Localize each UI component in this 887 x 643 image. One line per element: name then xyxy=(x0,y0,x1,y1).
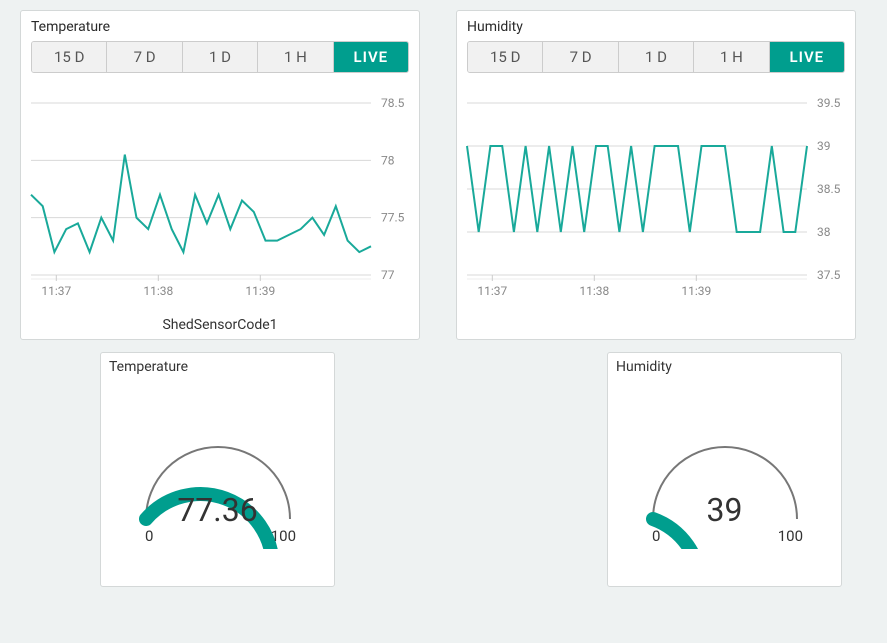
range-tabs-temperature: 15 D 7 D 1 D 1 H LIVE xyxy=(31,41,409,73)
svg-text:39.5: 39.5 xyxy=(817,96,841,110)
gauge-min: 0 xyxy=(652,527,660,545)
svg-text:78: 78 xyxy=(381,153,395,167)
gauge-title: Humidity xyxy=(616,359,833,379)
temperature-line-card: Temperature 15 D 7 D 1 D 1 H LIVE 77 77.5… xyxy=(20,10,420,340)
gauge-title: Temperature xyxy=(109,359,326,379)
range-tab-1h[interactable]: 1 H xyxy=(258,42,333,72)
svg-text:77: 77 xyxy=(381,268,395,282)
svg-text:11:37: 11:37 xyxy=(41,284,71,298)
svg-text:77.5: 77.5 xyxy=(381,211,405,225)
svg-text:37.5: 37.5 xyxy=(817,268,841,282)
svg-text:11:37: 11:37 xyxy=(477,284,507,298)
svg-text:38: 38 xyxy=(817,225,831,239)
range-tab-1d[interactable]: 1 D xyxy=(183,42,258,72)
humidity-line-card: Humidity 15 D 7 D 1 D 1 H LIVE 37.5 38 38.… xyxy=(456,10,856,340)
gauge-min: 0 xyxy=(145,527,153,545)
line-charts-row: Temperature 15 D 7 D 1 D 1 H LIVE 77 77.5… xyxy=(20,10,867,340)
panel-title: Temperature xyxy=(21,19,419,41)
range-tab-1h[interactable]: 1 H xyxy=(694,42,769,72)
gauge-max: 100 xyxy=(271,527,296,545)
temperature-gauge: 77.36 0 100 xyxy=(109,379,326,569)
svg-text:11:39: 11:39 xyxy=(681,284,711,298)
series-label: ShedSensorCode1 xyxy=(21,315,419,333)
svg-text:38.5: 38.5 xyxy=(817,182,841,196)
gauge-max: 100 xyxy=(778,527,803,545)
gauge-row: Temperature 77.36 0 100 Humidity 39 0 10… xyxy=(20,352,867,587)
range-tab-live[interactable]: LIVE xyxy=(770,42,844,72)
svg-text:11:38: 11:38 xyxy=(579,284,609,298)
gauge-value: 77.36 xyxy=(109,491,326,529)
svg-text:78.5: 78.5 xyxy=(381,96,405,110)
temperature-gauge-card: Temperature 77.36 0 100 xyxy=(100,352,335,587)
humidity-gauge-card: Humidity 39 0 100 xyxy=(607,352,842,587)
humidity-chart: 37.5 38 38.5 39 39.5 11:37 11:38 11:39 xyxy=(457,85,855,315)
gauge-value: 39 xyxy=(616,491,833,529)
svg-text:11:39: 11:39 xyxy=(245,284,275,298)
panel-title: Humidity xyxy=(457,19,855,41)
range-tab-15d[interactable]: 15 D xyxy=(32,42,107,72)
range-tab-7d[interactable]: 7 D xyxy=(107,42,182,72)
range-tab-live[interactable]: LIVE xyxy=(334,42,408,72)
range-tab-7d[interactable]: 7 D xyxy=(543,42,618,72)
range-tab-15d[interactable]: 15 D xyxy=(468,42,543,72)
humidity-gauge: 39 0 100 xyxy=(616,379,833,569)
range-tabs-humidity: 15 D 7 D 1 D 1 H LIVE xyxy=(467,41,845,73)
svg-text:39: 39 xyxy=(817,139,831,153)
temperature-chart: 77 77.5 78 78.5 11:37 11:38 11:39 xyxy=(21,85,419,315)
svg-text:11:38: 11:38 xyxy=(143,284,173,298)
range-tab-1d[interactable]: 1 D xyxy=(619,42,694,72)
